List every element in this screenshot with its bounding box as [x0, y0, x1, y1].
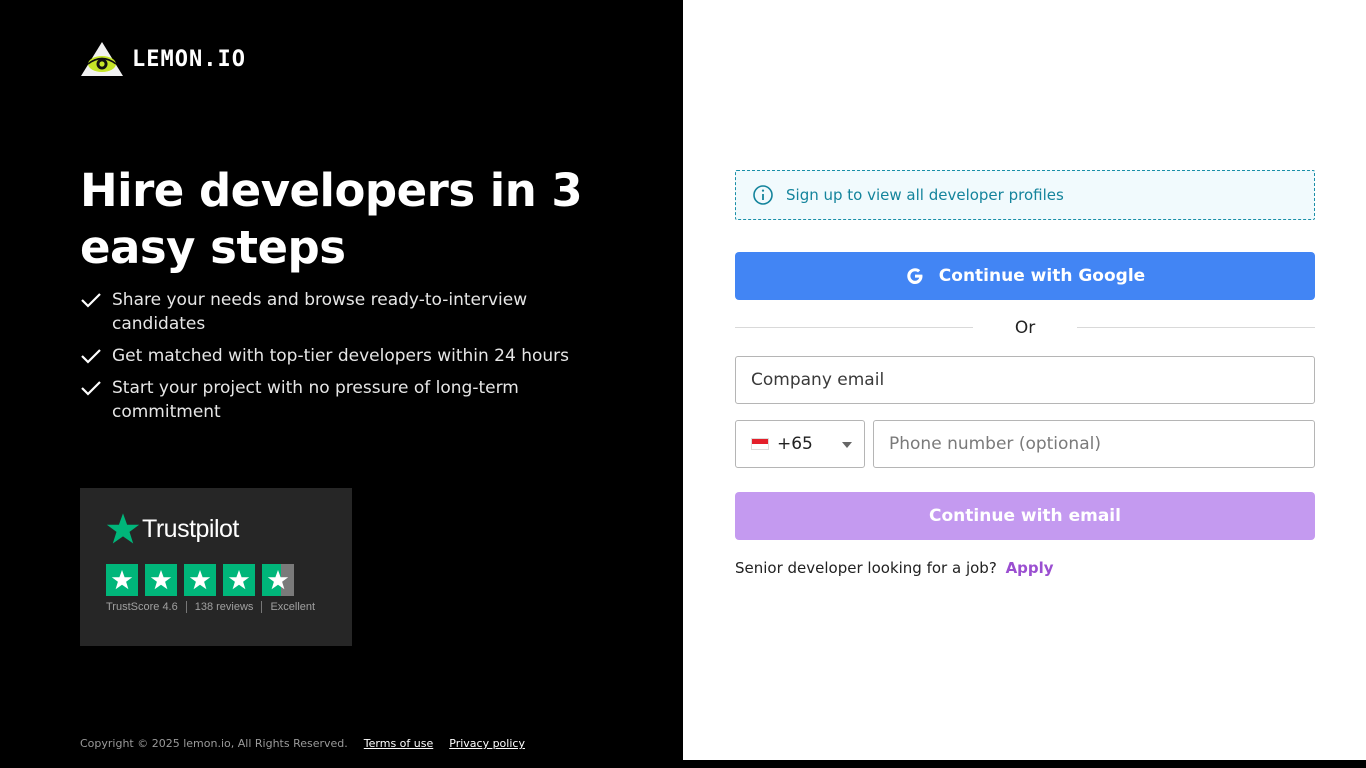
star-icon	[106, 564, 138, 596]
check-icon	[81, 349, 101, 364]
left-panel: LEMON.IO Hire developers in 3 easy steps…	[0, 0, 683, 768]
singapore-flag-icon	[751, 438, 769, 450]
check-icon	[81, 293, 101, 308]
google-icon	[907, 268, 923, 284]
partial-star-icon	[262, 564, 294, 596]
benefit-text: Start your project with no pressure of l…	[112, 378, 519, 422]
privacy-link[interactable]: Privacy policy	[449, 737, 525, 750]
continue-with-google-button[interactable]: Continue with Google	[735, 252, 1315, 300]
trustpilot-name: Trustpilot	[142, 514, 239, 543]
bottom-bar	[683, 760, 1366, 768]
star-icon	[184, 564, 216, 596]
divider	[185, 601, 187, 613]
review-count: 138 reviews	[194, 601, 254, 613]
lemon-eye-icon	[81, 42, 123, 76]
benefits-list: Share your needs and browse ready-to-int…	[80, 288, 600, 432]
chevron-down-icon	[842, 442, 852, 448]
country-code-select[interactable]: +65	[735, 420, 865, 468]
divider	[261, 601, 263, 613]
footer: Copyright © 2025 lemon.io, All Rights Re…	[80, 737, 525, 750]
apply-link[interactable]: Apply	[1006, 559, 1054, 577]
trustscore: TrustScore 4.6	[106, 601, 178, 613]
or-text: Or	[1014, 318, 1036, 338]
signup-panel: Sign up to view all developer profiles C…	[683, 0, 1366, 760]
trustpilot-stars	[106, 564, 301, 596]
benefit-item: Share your needs and browse ready-to-int…	[80, 288, 600, 336]
continue-with-email-button[interactable]: Continue with email	[735, 492, 1315, 540]
trustpilot-meta: TrustScore 4.6 138 reviews Excellent	[106, 601, 315, 613]
trustpilot-star-icon	[106, 513, 140, 544]
job-apply-row: Senior developer looking for a job? Appl…	[735, 557, 1054, 579]
copyright: Copyright © 2025 lemon.io, All Rights Re…	[80, 737, 348, 750]
country-code-value: +65	[777, 434, 813, 454]
info-icon	[753, 185, 773, 205]
benefit-item: Get matched with top-tier developers wit…	[80, 344, 600, 368]
logo-text: LEMON.IO	[132, 46, 246, 72]
benefit-text: Get matched with top-tier developers wit…	[112, 346, 570, 366]
company-email-input[interactable]	[735, 356, 1315, 404]
info-notice: Sign up to view all developer profiles	[735, 170, 1315, 220]
benefit-text: Share your needs and browse ready-to-int…	[112, 290, 528, 334]
lemon-logo[interactable]: LEMON.IO	[80, 40, 246, 78]
benefit-item: Start your project with no pressure of l…	[80, 376, 600, 424]
star-icon	[223, 564, 255, 596]
google-button-label: Continue with Google	[938, 266, 1146, 286]
phone-number-input[interactable]	[873, 420, 1315, 468]
terms-link[interactable]: Terms of use	[364, 737, 433, 750]
notice-text: Sign up to view all developer profiles	[786, 186, 1064, 204]
rating-word: Excellent	[270, 601, 316, 613]
job-prompt: Senior developer looking for a job?	[735, 559, 997, 577]
trustpilot-header: Trustpilot	[106, 512, 239, 546]
check-icon	[81, 381, 101, 396]
star-icon	[145, 564, 177, 596]
trustpilot-widget[interactable]: Trustpilot TrustScore 4.6 138 reviews Ex…	[80, 488, 352, 646]
page-headline: Hire developers in 3 easy steps	[80, 164, 583, 274]
or-divider: Or	[735, 316, 1315, 340]
divider-line	[1077, 327, 1315, 328]
